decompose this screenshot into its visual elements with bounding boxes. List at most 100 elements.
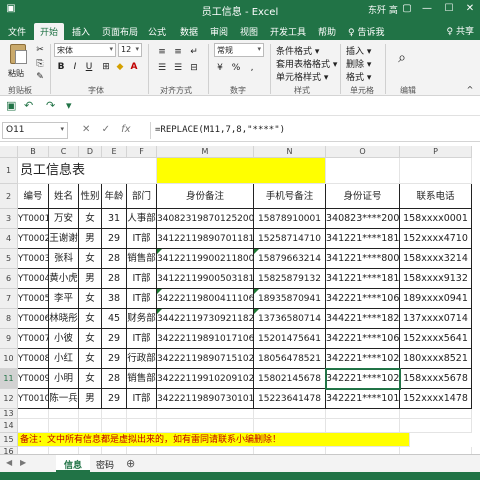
table-cell[interactable]: 女 (79, 309, 102, 329)
select-all-corner[interactable] (0, 146, 18, 158)
table-cell[interactable]: 销售部 (127, 249, 157, 269)
close-button[interactable]: ✕ (463, 2, 477, 16)
table-cell[interactable]: 341221198907011810 (157, 229, 254, 249)
table-cell[interactable]: IT部 (127, 289, 157, 309)
table-cell[interactable]: 340823198701252000 (157, 209, 254, 229)
column-heading[interactable]: 部门 (127, 184, 157, 209)
table-cell[interactable]: 341221****1810 (326, 269, 400, 289)
table-cell[interactable]: 女 (79, 209, 102, 229)
empty-cell[interactable] (79, 419, 102, 433)
column-heading[interactable]: 编号 (18, 184, 49, 209)
table-cell[interactable]: 341221199005031810 (157, 269, 254, 289)
row-header-2[interactable]: 2 (0, 184, 18, 209)
format-as-table-button[interactable]: 套用表格格式 ▾ (276, 57, 337, 70)
table-cell[interactable]: 342221198004111063 (157, 289, 254, 309)
redo-icon[interactable]: ↷ (46, 99, 55, 112)
table-cell[interactable]: YT0009 (18, 369, 49, 389)
table-cell[interactable]: YT0008 (18, 349, 49, 369)
row-header-5[interactable]: 5 (0, 249, 18, 269)
table-cell[interactable]: 29 (102, 389, 127, 409)
table-cell[interactable]: 152xxxx1478 (400, 389, 472, 409)
empty-cell[interactable] (102, 409, 127, 419)
table-cell[interactable]: 女 (79, 329, 102, 349)
formula-input[interactable]: =REPLACE(M11,7,8,"****") (150, 122, 478, 139)
table-cell[interactable]: 小彼 (49, 329, 79, 349)
align-center-h-icon[interactable]: ☰ (172, 62, 184, 74)
table-cell[interactable]: 女 (79, 369, 102, 389)
column-heading[interactable]: 身份备注 (157, 184, 254, 209)
table-cell[interactable]: IT部 (127, 269, 157, 289)
row-header-4[interactable]: 4 (0, 229, 18, 249)
column-heading[interactable]: 姓名 (49, 184, 79, 209)
table-cell[interactable]: YT0003 (18, 249, 49, 269)
bold-button[interactable]: B (55, 61, 67, 73)
table-cell[interactable]: 45 (102, 309, 127, 329)
cancel-icon[interactable]: ✕ (82, 124, 90, 135)
table-cell[interactable]: IT部 (127, 229, 157, 249)
table-cell[interactable]: 342221****1063 (326, 329, 400, 349)
tab-developer[interactable]: 开发工具 (264, 23, 312, 40)
table-cell[interactable]: 女 (79, 289, 102, 309)
name-box[interactable]: O11 ▾ (2, 122, 68, 139)
table-cell[interactable]: 29 (102, 349, 127, 369)
table-cell[interactable]: 万安 (49, 209, 79, 229)
fill-color-icon[interactable]: ◆ (114, 61, 126, 73)
table-cell[interactable]: 女 (79, 349, 102, 369)
row-header-6[interactable]: 6 (0, 269, 18, 289)
paste-button[interactable]: 粘贴 (4, 44, 32, 78)
percent-icon[interactable]: % (230, 62, 242, 74)
table-cell[interactable]: IT部 (127, 389, 157, 409)
enter-icon[interactable]: ✓ (102, 124, 110, 135)
conditional-format-button[interactable]: 条件格式 ▾ (276, 44, 319, 57)
border-icon[interactable]: ⊞ (100, 61, 112, 73)
column-heading[interactable]: 年龄 (102, 184, 127, 209)
table-cell[interactable]: YT0006 (18, 309, 49, 329)
table-cell[interactable]: 137xxxx0714 (400, 309, 472, 329)
empty-cell[interactable] (18, 419, 49, 433)
table-cell[interactable]: 销售部 (127, 369, 157, 389)
table-cell[interactable]: 行政部 (127, 349, 157, 369)
table-cell[interactable]: IT部 (127, 329, 157, 349)
table-cell[interactable]: 189xxxx0941 (400, 289, 472, 309)
tab-review[interactable]: 审阅 (204, 23, 234, 40)
column-header-o[interactable]: O (326, 146, 400, 158)
minimize-button[interactable]: — (420, 2, 434, 16)
sheet-nav-next-icon[interactable]: ▶ (20, 458, 26, 467)
maximize-button[interactable]: ☐ (442, 2, 456, 16)
align-top-icon[interactable]: ≡ (156, 46, 168, 58)
table-cell[interactable]: 王谢谢 (49, 229, 79, 249)
table-cell[interactable]: 344221****1821 (326, 309, 400, 329)
column-heading[interactable]: 手机号备注 (254, 184, 326, 209)
table-cell[interactable]: 28 (102, 249, 127, 269)
table-cell[interactable]: 李平 (49, 289, 79, 309)
table-cell[interactable]: YT0005 (18, 289, 49, 309)
column-heading[interactable]: 联系电话 (400, 184, 472, 209)
delete-cells-button[interactable]: 删除 ▾ (346, 57, 371, 70)
table-cell[interactable]: 男 (79, 269, 102, 289)
empty-cell[interactable] (254, 409, 326, 419)
empty-cell[interactable] (79, 409, 102, 419)
sheet-nav-prev-icon[interactable]: ◀ (6, 458, 12, 467)
table-cell[interactable]: 341221199002118000 (157, 249, 254, 269)
empty-cell[interactable] (400, 409, 472, 419)
tab-help[interactable]: 帮助 (312, 23, 342, 40)
table-cell[interactable]: 158xxxx3214 (400, 249, 472, 269)
empty-cell[interactable] (49, 419, 79, 433)
empty-cell[interactable] (127, 409, 157, 419)
sheet-tab-info[interactable]: 信息 (56, 455, 91, 472)
column-heading[interactable]: 身份证号 (326, 184, 400, 209)
sheet-tab-password[interactable]: 密码 (88, 455, 122, 472)
table-cell[interactable]: 财务部 (127, 309, 157, 329)
table-cell[interactable]: YT0002 (18, 229, 49, 249)
search-icon[interactable]: ⌕ (396, 51, 408, 65)
undo-icon[interactable]: ↶ (24, 99, 33, 112)
table-cell[interactable]: 31 (102, 209, 127, 229)
share-button[interactable]: ♀ 共享 (447, 24, 474, 37)
row-header-9[interactable]: 9 (0, 329, 18, 349)
format-cells-button[interactable]: 格式 ▾ (346, 70, 371, 83)
tab-view[interactable]: 视图 (234, 23, 264, 40)
table-cell[interactable]: 342221198910171063 (157, 329, 254, 349)
empty-cell[interactable] (127, 419, 157, 433)
row-header-11[interactable]: 11 (0, 369, 18, 389)
add-sheet-button[interactable]: ⊕ (126, 457, 135, 470)
